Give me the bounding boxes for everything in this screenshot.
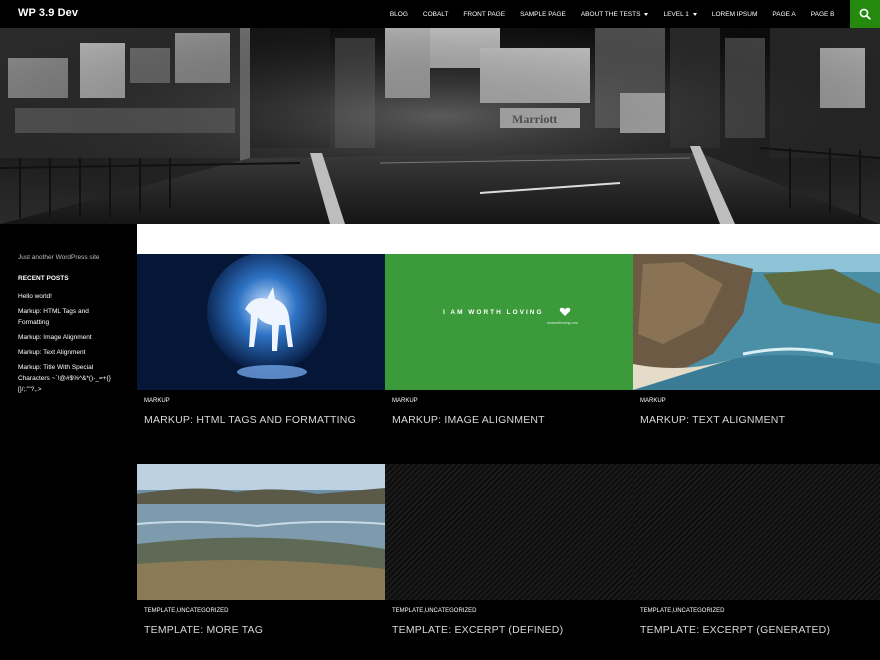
nav-item-label: ABOUT THE TESTS [580,10,641,18]
post-card: I AM WORTH LOVING iamworthloving.com MAR… [385,254,633,464]
recent-posts-heading: RECENT POSTS [18,275,69,282]
city-street-panorama-image: Marriott [0,28,880,224]
post-grid: MARKUP MARKUP: HTML TAGS AND FORMATTING … [137,224,880,660]
chevron-down-icon [692,12,697,16]
site-tagline: Just another WordPress site [18,254,100,261]
post-title-link[interactable]: MARKUP: IMAGE ALIGNMENT [392,414,545,426]
post-title-link[interactable]: MARKUP: TEXT ALIGNMENT [640,414,785,426]
nav-item-label: FRONT PAGE [463,10,506,18]
nav-item-cobalt[interactable]: COBALT [415,0,456,28]
post-category-link[interactable]: TEMPLATE,UNCATEGORIZED [144,608,228,614]
nav-item-label: LOREM IPSUM [711,10,758,18]
nav-item-page-b[interactable]: PAGE B [803,0,842,28]
post-thumbnail[interactable] [633,254,880,390]
search-icon [859,8,871,20]
recent-post-link[interactable]: Markup: Text Alignment [18,347,119,358]
recent-post-link[interactable]: Markup: Title With Special Characters ~`… [18,362,119,395]
nav-item-label: LEVEL 1 [663,10,689,18]
post-title-link[interactable]: TEMPLATE: MORE TAG [144,624,263,636]
post-title-link[interactable]: TEMPLATE: EXCERPT (GENERATED) [640,624,830,636]
coastal-cliff-image [633,254,880,390]
sidebar: Just another WordPress site RECENT POSTS… [0,224,137,660]
nav-item-lorem-ipsum[interactable]: LOREM IPSUM [704,0,765,28]
post-category-link[interactable]: TEMPLATE,UNCATEGORIZED [640,608,724,614]
thumbnail-caption: I AM WORTH LOVING [443,309,544,316]
post-card: TEMPLATE,UNCATEGORIZED TEMPLATE: EXCERPT… [633,464,880,660]
post-card: TEMPLATE,UNCATEGORIZED TEMPLATE: EXCERPT… [385,464,633,660]
nav-item-label: PAGE B [810,10,835,18]
recent-post-link[interactable]: Hello world! [18,291,119,302]
unicorn-image [137,254,385,390]
site-title[interactable]: WP 3.9 Dev [18,7,78,19]
nav-item-label: COBALT [422,10,449,18]
top-navigation-bar: WP 3.9 Dev BLOG COBALT FRONT PAGE SAMPLE… [0,0,880,28]
post-category-link[interactable]: MARKUP [640,398,666,404]
post-title-link[interactable]: MARKUP: HTML TAGS AND FORMATTING [144,414,356,426]
recent-post-link[interactable]: Markup: Image Alignment [18,332,119,343]
search-toggle-button[interactable] [850,0,880,28]
post-card: MARKUP MARKUP: TEXT ALIGNMENT [633,254,880,464]
post-card: TEMPLATE,UNCATEGORIZED TEMPLATE: MORE TA… [137,464,385,660]
post-category-link[interactable]: MARKUP [144,398,170,404]
nav-item-page-a[interactable]: PAGE A [765,0,803,28]
rocky-shore-water-image [137,464,385,600]
thumbnail-subcaption: iamworthloving.com [547,321,578,325]
nav-item-blog[interactable]: BLOG [382,0,415,28]
primary-menu: BLOG COBALT FRONT PAGE SAMPLE PAGE ABOUT… [382,0,842,28]
nav-item-label: SAMPLE PAGE [520,10,566,18]
nav-item-sample-page[interactable]: SAMPLE PAGE [513,0,574,28]
nav-item-about-the-tests[interactable]: ABOUT THE TESTS [573,0,656,28]
recent-post-link[interactable]: Markup: HTML Tags and Formatting [18,306,119,328]
post-thumbnail-placeholder[interactable] [633,464,880,600]
nav-item-label: PAGE A [772,10,796,18]
post-category-link[interactable]: TEMPLATE,UNCATEGORIZED [392,608,476,614]
post-title-link[interactable]: TEMPLATE: EXCERPT (DEFINED) [392,624,563,636]
content-header-strip [137,224,880,254]
post-thumbnail[interactable] [137,254,385,390]
nav-item-label: BLOG [389,10,408,18]
nav-item-level-1[interactable]: LEVEL 1 [656,0,704,28]
post-category-link[interactable]: MARKUP [392,398,418,404]
nav-item-front-page[interactable]: FRONT PAGE [456,0,513,28]
post-card: MARKUP MARKUP: HTML TAGS AND FORMATTING [137,254,385,464]
post-thumbnail[interactable] [137,464,385,600]
chevron-down-icon [644,12,649,16]
heart-icon [559,307,571,316]
post-thumbnail-placeholder[interactable] [385,464,633,600]
post-thumbnail[interactable]: I AM WORTH LOVING iamworthloving.com [385,254,633,390]
header-image[interactable]: Marriott [0,28,880,224]
